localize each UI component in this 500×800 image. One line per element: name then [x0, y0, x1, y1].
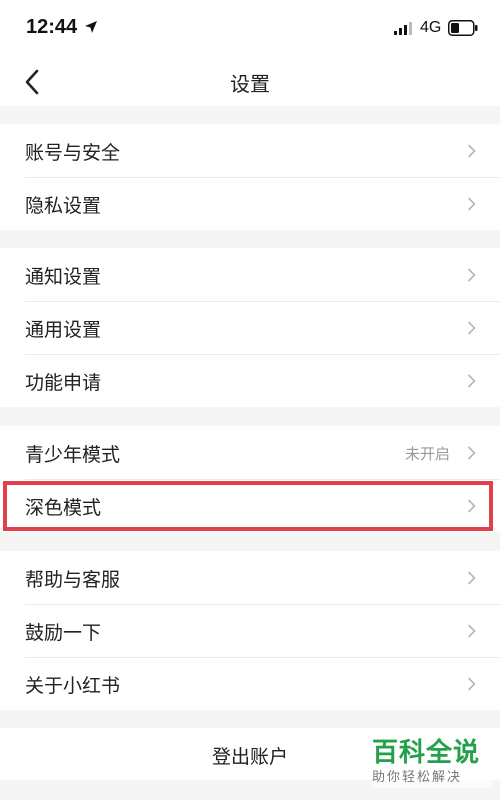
- watermark-subtitle: 助你轻松解决: [372, 768, 492, 788]
- chevron-right-icon: [467, 624, 476, 638]
- settings-item-label: 关于小红书: [25, 675, 121, 697]
- settings-item-label: 账号与安全: [25, 142, 121, 164]
- settings-item-help[interactable]: 帮助与客服: [0, 551, 500, 604]
- settings-item-account-security[interactable]: 账号与安全: [0, 124, 500, 177]
- chevron-right-icon: [467, 446, 476, 460]
- watermark-title: 百科全说: [372, 738, 481, 768]
- settings-item-label: 通用设置: [25, 319, 102, 341]
- status-time: 12:44: [26, 16, 78, 38]
- watermark-logo: 百科全说 助你轻松解决: [372, 738, 492, 794]
- chevron-right-icon: [467, 144, 476, 158]
- status-bar: 12:44 4G: [0, 0, 500, 58]
- battery-icon: [448, 20, 478, 36]
- location-arrow-icon: [85, 21, 97, 33]
- settings-item-notifications[interactable]: 通知设置: [0, 248, 500, 301]
- signal-icon: [394, 22, 412, 35]
- settings-item-label: 深色模式: [25, 497, 102, 519]
- chevron-right-icon: [467, 571, 476, 585]
- teen-mode-status: 未开启: [404, 445, 450, 463]
- settings-item-label: 通知设置: [25, 266, 102, 288]
- settings-item-about[interactable]: 关于小红书: [0, 657, 500, 710]
- chevron-right-icon: [467, 499, 476, 513]
- settings-group-modes: 青少年模式 未开启 深色模式: [0, 426, 500, 532]
- settings-item-label: 青少年模式: [25, 444, 121, 466]
- settings-item-label: 隐私设置: [25, 195, 102, 217]
- settings-group-account: 账号与安全 隐私设置: [0, 124, 500, 230]
- settings-item-dark-mode[interactable]: 深色模式: [0, 479, 500, 532]
- chevron-right-icon: [467, 677, 476, 691]
- settings-item-encourage[interactable]: 鼓励一下: [0, 604, 500, 657]
- settings-item-teen-mode[interactable]: 青少年模式 未开启: [0, 426, 500, 479]
- chevron-right-icon: [467, 374, 476, 388]
- settings-item-label: 帮助与客服: [25, 569, 121, 591]
- settings-item-label: 鼓励一下: [25, 622, 102, 644]
- nav-bar: 设置: [0, 58, 500, 106]
- page-title: 设置: [230, 72, 270, 96]
- settings-item-general[interactable]: 通用设置: [0, 301, 500, 354]
- settings-group-about: 帮助与客服 鼓励一下 关于小红书: [0, 551, 500, 710]
- settings-group-general: 通知设置 通用设置 功能申请: [0, 248, 500, 407]
- settings-item-privacy[interactable]: 隐私设置: [0, 177, 500, 230]
- chevron-right-icon: [467, 268, 476, 282]
- network-type: 4G: [420, 19, 442, 36]
- chevron-right-icon: [467, 197, 476, 211]
- settings-item-feature-request[interactable]: 功能申请: [0, 354, 500, 407]
- settings-item-label: 功能申请: [25, 372, 102, 394]
- chevron-right-icon: [467, 321, 476, 335]
